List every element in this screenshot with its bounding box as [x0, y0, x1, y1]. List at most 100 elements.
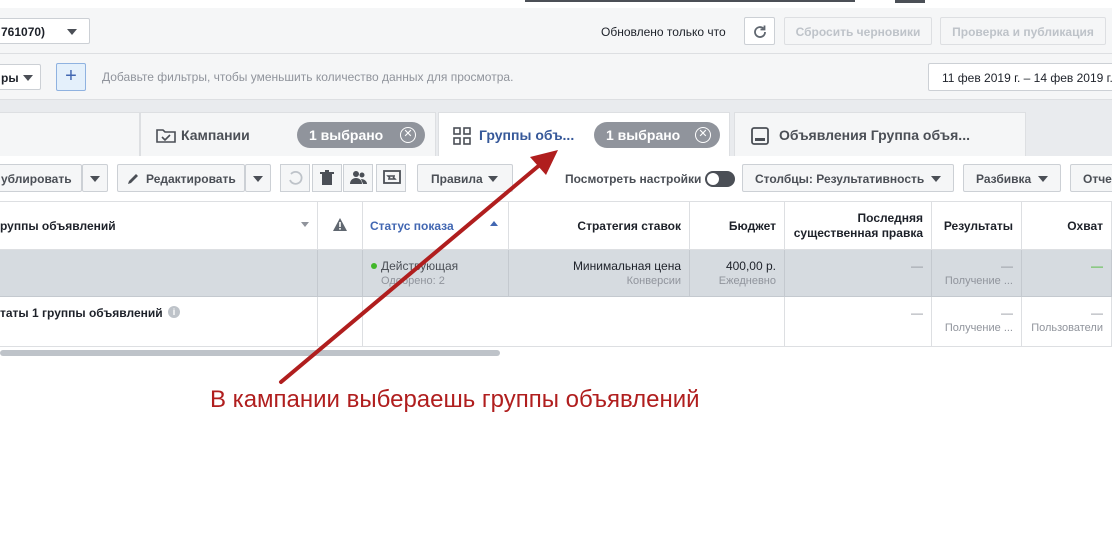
tab-campaigns-label: Кампании: [181, 127, 250, 143]
filter-placeholder[interactable]: Добавьте фильтры, чтобы уменьшить количе…: [102, 70, 513, 84]
budget-text: 400,00 р.: [725, 259, 776, 273]
folder-check-icon: [156, 129, 176, 143]
empty-cell: [318, 297, 363, 346]
delete-button[interactable]: [312, 164, 342, 192]
warning-cell: [318, 250, 363, 296]
sort-caret-icon[interactable]: [301, 222, 309, 227]
column-label: Результаты: [943, 219, 1013, 233]
bid-strategy-cell[interactable]: Минимальная цена Конверсии: [509, 250, 690, 296]
results-subtext: Получение ...: [944, 275, 1013, 287]
action-toolbar: ублировать Редактировать Правила Посмотр…: [0, 156, 1112, 202]
column-label: Стратегия ставок: [577, 219, 681, 233]
header-toolbar: 761070) Обновлено только что Сбросить че…: [0, 8, 1112, 54]
summary-name-cell: таты 1 группы объявлений i: [0, 297, 318, 346]
ad-sets-selection-badge[interactable]: 1 выбрано ✕: [594, 122, 720, 148]
filters-label: ры: [1, 71, 19, 85]
top-bar-segment: [895, 0, 925, 3]
close-icon[interactable]: ✕: [695, 127, 711, 143]
sort-ascending-icon: [490, 221, 498, 226]
level-tabs: Кампании 1 выбрано ✕ Группы объ... 1 выб…: [0, 100, 1112, 156]
reach-text: —: [1091, 306, 1103, 320]
column-header-results[interactable]: Результаты: [932, 202, 1022, 250]
column-label: руппы объявлений: [0, 219, 116, 233]
column-label: Охват: [1067, 219, 1103, 233]
results-text: —: [1001, 259, 1013, 273]
tab-campaigns[interactable]: Кампании 1 выбрано ✕: [140, 112, 436, 156]
tab-ad-sets-label: Группы объ...: [479, 127, 575, 143]
close-icon[interactable]: ✕: [400, 127, 416, 143]
review-publish-label: Проверка и публикация: [952, 25, 1094, 39]
restore-button[interactable]: [280, 164, 310, 192]
column-header-reach[interactable]: Охват: [1022, 202, 1112, 250]
columns-label: Столбцы: Результативность: [755, 172, 925, 186]
trash-icon: [320, 170, 334, 185]
summary-results-cell: — Получение ...: [932, 297, 1022, 346]
filters-dropdown[interactable]: ры: [0, 64, 41, 90]
table-row[interactable]: Действующая Одобрено: 2 Минимальная цена…: [0, 250, 1112, 297]
status-dot-icon: [371, 263, 377, 269]
date-range-picker[interactable]: 11 фев 2019 г. – 14 фев 2019 г.: [928, 63, 1112, 91]
empty-cell: [363, 297, 785, 346]
info-icon[interactable]: i: [168, 306, 180, 318]
edit-label: Редактировать: [146, 172, 236, 186]
tab-account[interactable]: [0, 112, 140, 156]
horizontal-scrollbar[interactable]: [0, 350, 500, 356]
discard-drafts-button[interactable]: Сбросить черновики: [784, 17, 932, 45]
tab-ads-label: Объявления Группа объя...: [779, 127, 970, 143]
chevron-down-icon: [1038, 176, 1048, 182]
column-header-budget[interactable]: Бюджет: [690, 202, 785, 250]
duplicate-menu-button[interactable]: [82, 164, 108, 192]
chevron-down-icon: [488, 176, 498, 182]
filter-toolbar: ры + Добавьте фильтры, чтобы уменьшить к…: [0, 54, 1112, 100]
view-settings-toggle[interactable]: [705, 171, 735, 187]
toggle-knob: [707, 173, 719, 185]
breakdown-dropdown[interactable]: Разбивка: [963, 164, 1061, 192]
last-edit-text: —: [911, 306, 923, 320]
budget-subtext: Ежедневно: [718, 275, 776, 287]
column-header-last-edit[interactable]: Последняя существенная правка: [785, 202, 932, 250]
review-publish-button[interactable]: Проверка и публикация: [940, 17, 1106, 45]
column-label: Последняя существенная правка: [793, 211, 923, 240]
summary-reach-cell: — Пользователи: [1022, 297, 1112, 346]
edit-button[interactable]: Редактировать: [117, 164, 245, 192]
name-cell[interactable]: [0, 250, 318, 296]
updated-status: Обновлено только что: [601, 25, 726, 39]
last-edit-cell: —: [785, 250, 932, 296]
column-header-warnings[interactable]: [318, 202, 363, 250]
chevron-down-icon: [23, 75, 33, 81]
results-cell: — Получение ...: [932, 250, 1022, 296]
edit-menu-button[interactable]: [245, 164, 271, 192]
refresh-button[interactable]: [744, 17, 775, 45]
budget-cell[interactable]: 400,00 р. Ежедневно: [690, 250, 785, 296]
column-header-name[interactable]: руппы объявлений: [0, 202, 318, 250]
account-selector[interactable]: 761070): [0, 18, 90, 44]
people-icon: [350, 171, 367, 184]
reports-dropdown[interactable]: Отче: [1070, 164, 1112, 192]
tab-ads[interactable]: Объявления Группа объя...: [734, 112, 1026, 156]
campaigns-selection-badge[interactable]: 1 выбрано ✕: [297, 122, 425, 148]
column-header-status[interactable]: Статус показа: [363, 202, 509, 250]
warning-icon: [333, 218, 347, 231]
date-range-label: 11 фев 2019 г. – 14 фев 2019 г.: [942, 71, 1112, 85]
rules-label: Правила: [431, 172, 483, 186]
reach-cell: —: [1022, 250, 1112, 296]
reach-text: —: [1091, 259, 1103, 273]
add-filter-button[interactable]: +: [56, 63, 86, 91]
last-edit-text: —: [911, 259, 923, 273]
refresh-icon: [754, 25, 766, 38]
chevron-down-icon: [253, 176, 263, 182]
tab-ad-sets[interactable]: Группы объ... 1 выбрано ✕: [438, 112, 730, 156]
rules-dropdown[interactable]: Правила: [417, 164, 513, 192]
columns-dropdown[interactable]: Столбцы: Результативность: [742, 164, 954, 192]
summary-last-edit-cell: —: [785, 297, 932, 346]
column-header-bid-strategy[interactable]: Стратегия ставок: [509, 202, 690, 250]
audience-button[interactable]: [343, 164, 373, 192]
results-text: —: [1001, 306, 1013, 320]
preview-icon: [383, 170, 401, 184]
summary-label: таты 1 группы объявлений: [0, 306, 163, 320]
status-text: Действующая: [381, 259, 459, 273]
duplicate-button[interactable]: ублировать: [0, 164, 82, 192]
chevron-down-icon: [90, 176, 100, 182]
preview-button[interactable]: [376, 164, 406, 192]
top-strip: [0, 0, 1112, 8]
